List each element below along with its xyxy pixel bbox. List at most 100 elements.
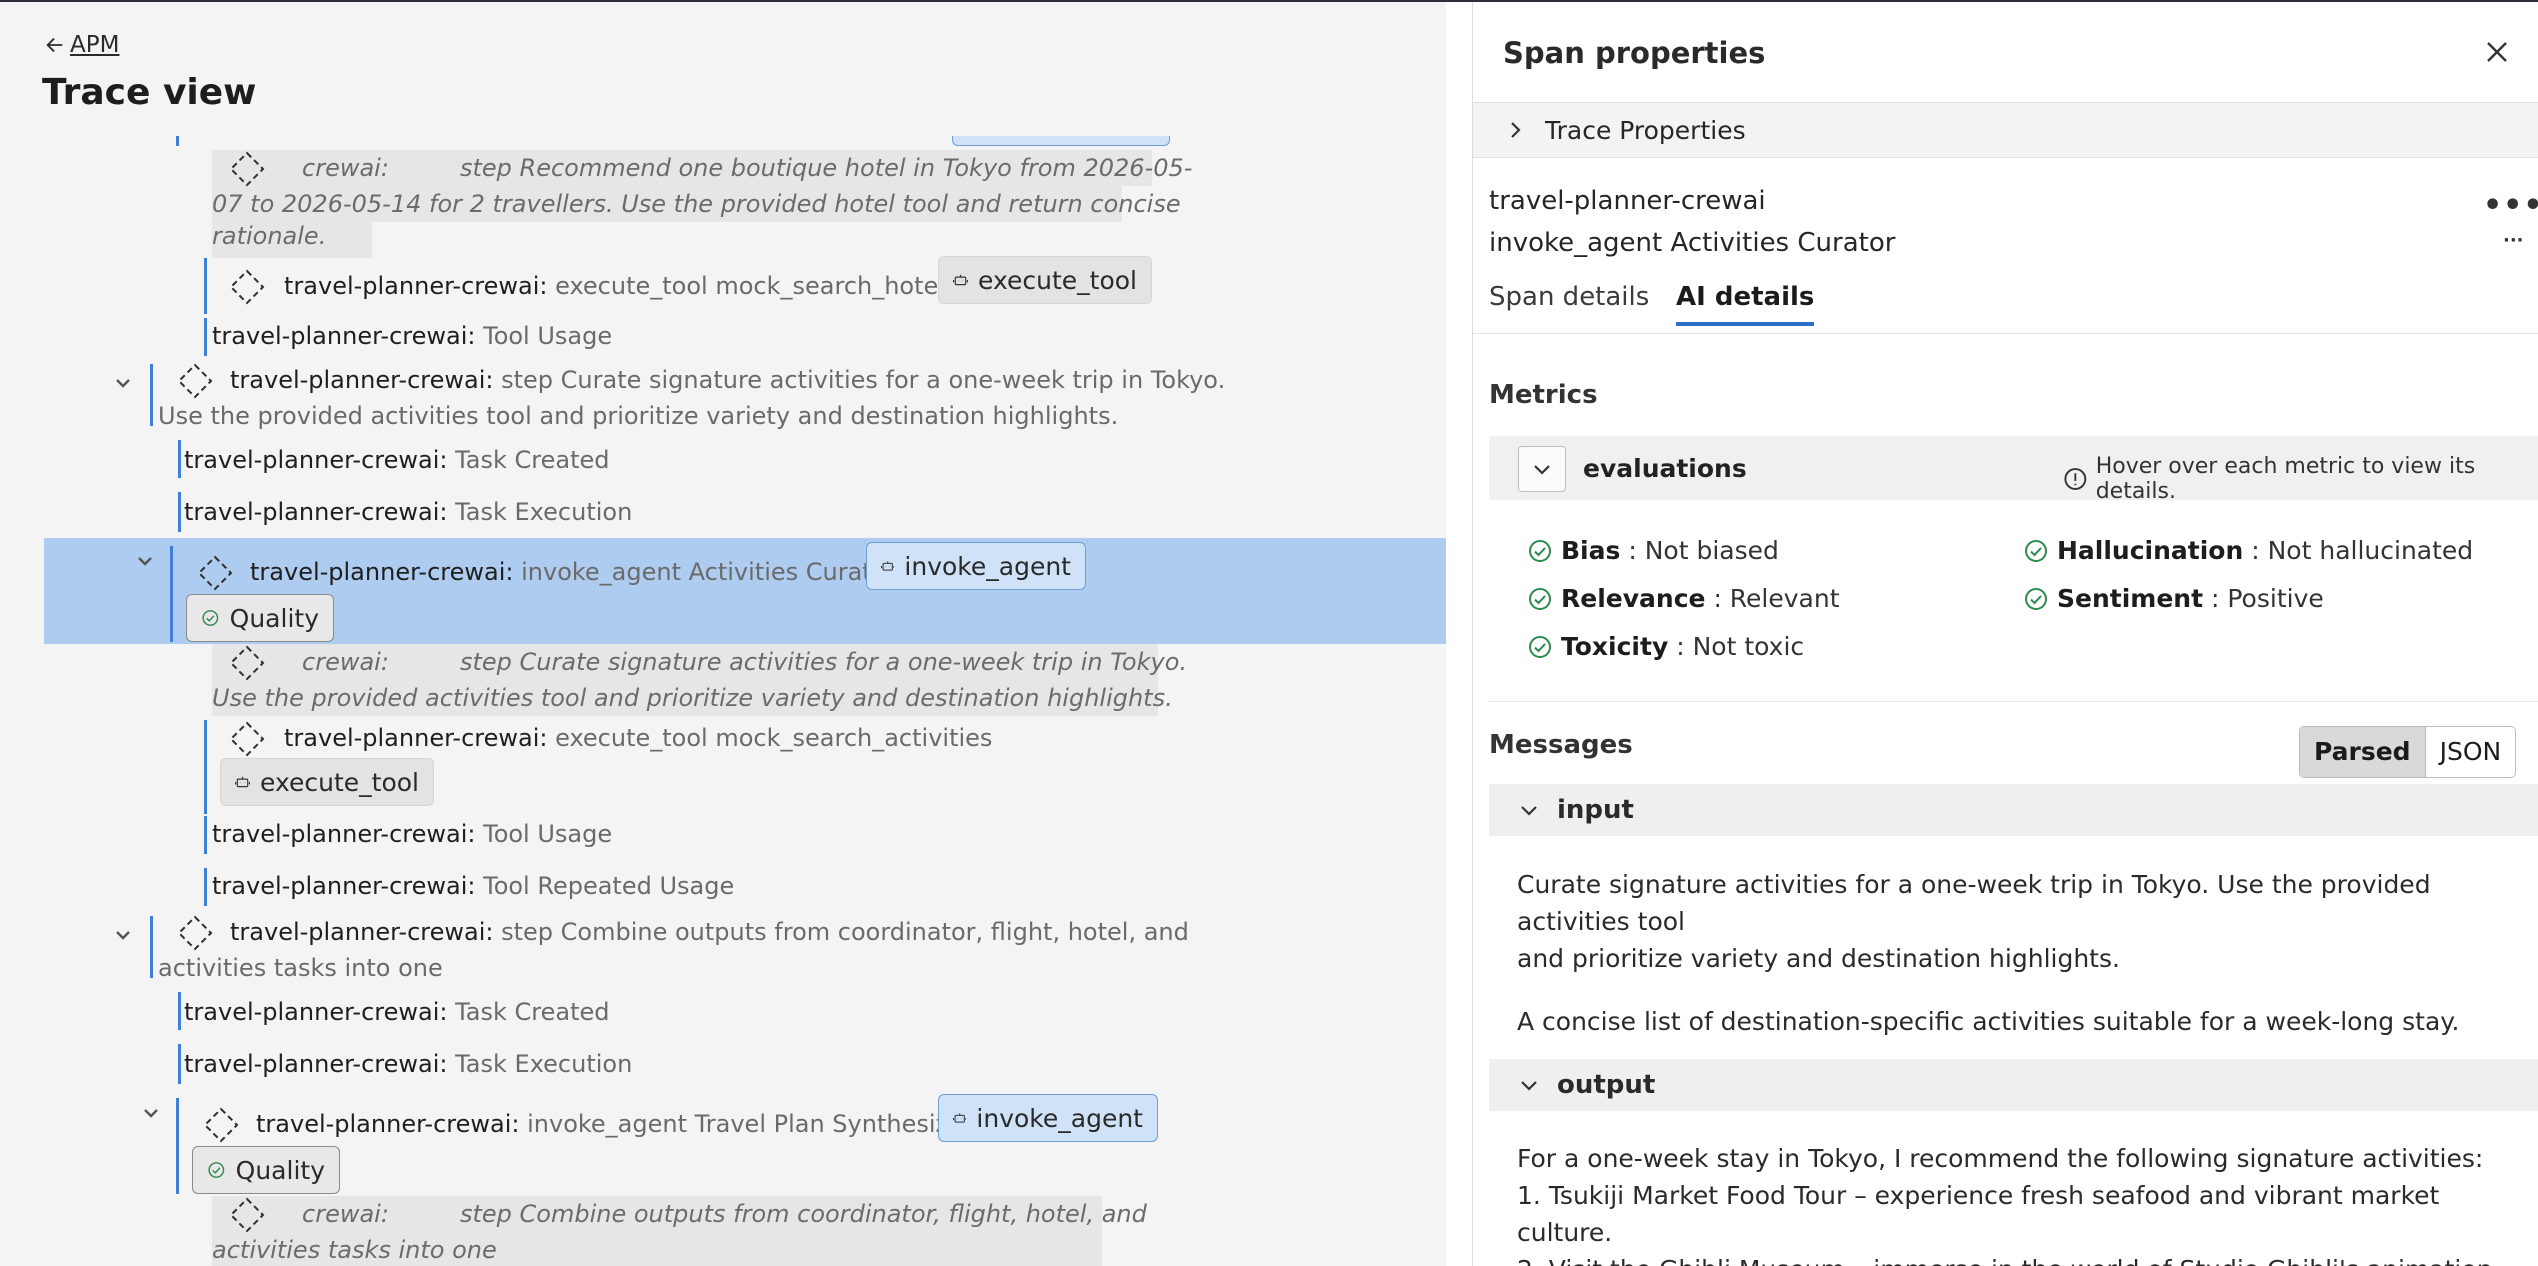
tag-label: invoke_agent bbox=[976, 1103, 1143, 1133]
tag-label: execute_tool bbox=[260, 767, 419, 797]
span-service-short: crewai: bbox=[302, 154, 389, 182]
metric-bias[interactable]: Bias : Not biased bbox=[1527, 536, 1779, 565]
span-operation-name: invoke_agent Activities Curator bbox=[1489, 228, 1896, 258]
metric-sentiment[interactable]: Sentiment : Positive bbox=[2023, 584, 2324, 613]
more-actions-small-button[interactable]: ··· bbox=[2503, 230, 2524, 251]
trace-tree-pane: APM Trace view crewai: step Recommend on… bbox=[0, 2, 1446, 1266]
metric-toxicity[interactable]: Toxicity : Not toxic bbox=[1527, 632, 1804, 661]
chevron-down-icon bbox=[1521, 1081, 1537, 1091]
span-row-execute-tool-activities[interactable]: travel-planner-crewai: execute_tool mock… bbox=[284, 720, 992, 756]
span-row-travel-plan-synthesizer[interactable]: travel-planner-crewai: invoke_agent Trav… bbox=[256, 1106, 973, 1142]
span-service-name: travel-planner-crewai: bbox=[230, 918, 494, 946]
metric-relevance[interactable]: Relevance : Relevant bbox=[1527, 584, 1840, 613]
close-button[interactable] bbox=[2481, 36, 2513, 68]
tree-connector bbox=[150, 916, 153, 978]
chevron-down-icon bbox=[138, 557, 152, 566]
span-row-tool-usage[interactable]: travel-planner-crewai: Tool Usage bbox=[212, 816, 612, 852]
span-service-name: travel-planner-crewai: bbox=[212, 322, 476, 350]
tab-ai-details[interactable]: AI details bbox=[1676, 282, 1815, 326]
execute-tool-tag[interactable]: execute_tool bbox=[938, 256, 1152, 304]
span-row-curate-step[interactable]: travel-planner-crewai: step Curate signa… bbox=[230, 362, 1225, 398]
span-operation: Task Execution bbox=[455, 498, 633, 526]
span-hotel-line-3: rationale. bbox=[212, 222, 327, 250]
input-message: Curate signature activities for a one-we… bbox=[1517, 866, 2517, 1040]
collapse-caret[interactable] bbox=[134, 550, 156, 572]
more-actions-button[interactable]: ••• bbox=[2483, 188, 2538, 223]
span-combine-child-line-1: step Combine outputs from coordinator, f… bbox=[460, 1200, 1147, 1228]
output-accordion[interactable]: output bbox=[1489, 1059, 2538, 1111]
quality-label: Quality bbox=[235, 1155, 325, 1185]
input-label: input bbox=[1557, 795, 1634, 825]
check-circle-icon bbox=[208, 1162, 225, 1178]
input-text-line: Curate signature activities for a one-we… bbox=[1517, 870, 2431, 936]
tab-span-details[interactable]: Span details bbox=[1489, 282, 1649, 322]
tree-connector bbox=[204, 258, 207, 314]
input-accordion[interactable]: input bbox=[1489, 784, 2538, 836]
metric-hallucination[interactable]: Hallucination : Not hallucinated bbox=[2023, 536, 2473, 565]
invoke-agent-tag[interactable]: invoke_agent bbox=[938, 1094, 1158, 1142]
span-hotel-line-1: step Recommend one boutique hotel in Tok… bbox=[460, 154, 1193, 182]
tree-connector bbox=[204, 318, 207, 356]
check-circle-icon bbox=[1529, 635, 1551, 658]
chevron-down-icon bbox=[1521, 806, 1537, 816]
span-row-activities-curator[interactable]: travel-planner-crewai: invoke_agent Acti… bbox=[250, 554, 896, 590]
panel-title: Span properties bbox=[1503, 36, 1766, 70]
quality-badge[interactable]: Quality bbox=[186, 594, 334, 642]
span-row-task-created[interactable]: travel-planner-crewai: Task Created bbox=[184, 442, 610, 478]
span-row-tool-usage[interactable]: travel-planner-crewai: Tool Usage bbox=[212, 318, 612, 354]
invoke-agent-tag[interactable]: invoke_agent bbox=[866, 542, 1086, 590]
span-diamond-icon bbox=[176, 362, 214, 400]
tag-label: execute_tool bbox=[978, 265, 1137, 295]
metric-value: : Not hallucinated bbox=[2251, 536, 2474, 565]
messages-heading: Messages bbox=[1489, 730, 1633, 760]
tree-connector bbox=[176, 1098, 179, 1194]
metrics-list: Bias : Not biased Hallucination : Not ha… bbox=[1489, 502, 2538, 702]
robot-icon bbox=[953, 274, 969, 286]
span-row-task-execution[interactable]: travel-planner-crewai: Task Execution bbox=[184, 1046, 632, 1082]
span-operation: Tool Repeated Usage bbox=[483, 872, 735, 900]
span-operation: execute_tool mock_search_activities bbox=[555, 724, 993, 752]
close-icon bbox=[2487, 42, 2507, 62]
tree-connector bbox=[178, 492, 181, 532]
span-curate-line-2: Use the provided activities tool and pri… bbox=[158, 402, 1119, 430]
span-diamond-icon bbox=[202, 1106, 240, 1144]
trace-tree: crewai: step Recommend one boutique hote… bbox=[0, 136, 1446, 1266]
span-row-execute-tool-hotels[interactable]: travel-planner-crewai: execute_tool mock… bbox=[284, 268, 957, 304]
chevron-down-icon bbox=[116, 379, 130, 388]
robot-icon bbox=[881, 561, 895, 571]
view-parsed-button[interactable]: Parsed bbox=[2300, 727, 2426, 777]
check-circle-icon bbox=[202, 610, 219, 626]
check-circle-icon bbox=[1529, 539, 1551, 562]
evaluations-header: evaluations Hover over each metric to vi… bbox=[1489, 436, 2538, 504]
span-service-name: travel-planner-crewai: bbox=[184, 498, 448, 526]
metric-value: : Positive bbox=[2211, 584, 2324, 613]
span-diamond-icon bbox=[228, 644, 266, 682]
collapse-caret[interactable] bbox=[112, 372, 134, 394]
span-service-name: travel-planner-crewai: bbox=[230, 366, 494, 394]
span-operation: invoke_agent Travel Plan Synthesizer bbox=[527, 1110, 973, 1138]
evaluations-toggle[interactable] bbox=[1518, 446, 1566, 492]
span-hotel-line-2: 07 to 2026-05-14 for 2 travellers. Use t… bbox=[212, 190, 1181, 218]
span-service-name: travel-planner-crewai: bbox=[212, 872, 476, 900]
span-service-name: travel-planner-crewai bbox=[1489, 186, 1766, 216]
span-diamond-icon bbox=[196, 554, 234, 592]
span-operation: step Curate signature activities for a o… bbox=[501, 366, 1226, 394]
view-json-button[interactable]: JSON bbox=[2426, 727, 2516, 777]
invoke-agent-tag[interactable] bbox=[952, 136, 1170, 146]
execute-tool-tag[interactable]: execute_tool bbox=[220, 758, 434, 806]
tree-connector bbox=[204, 816, 207, 854]
collapse-caret[interactable] bbox=[140, 1102, 162, 1124]
trace-properties-toggle[interactable]: Trace Properties bbox=[1473, 102, 2538, 158]
span-row-tool-repeated-usage[interactable]: travel-planner-crewai: Tool Repeated Usa… bbox=[212, 868, 734, 904]
chevron-down-icon bbox=[1534, 465, 1550, 475]
metric-value: : Not biased bbox=[1628, 536, 1779, 565]
span-row-task-execution[interactable]: travel-planner-crewai: Task Execution bbox=[184, 494, 632, 530]
tree-connector bbox=[170, 546, 173, 642]
collapse-caret[interactable] bbox=[112, 924, 134, 946]
span-row-task-created[interactable]: travel-planner-crewai: Task Created bbox=[184, 994, 610, 1030]
span-row-combine-step[interactable]: travel-planner-crewai: step Combine outp… bbox=[230, 914, 1189, 950]
metric-name: Toxicity bbox=[1561, 632, 1669, 661]
quality-badge[interactable]: Quality bbox=[192, 1146, 340, 1194]
back-to-apm-link[interactable]: APM bbox=[44, 32, 119, 58]
arrow-left-icon bbox=[46, 37, 63, 53]
